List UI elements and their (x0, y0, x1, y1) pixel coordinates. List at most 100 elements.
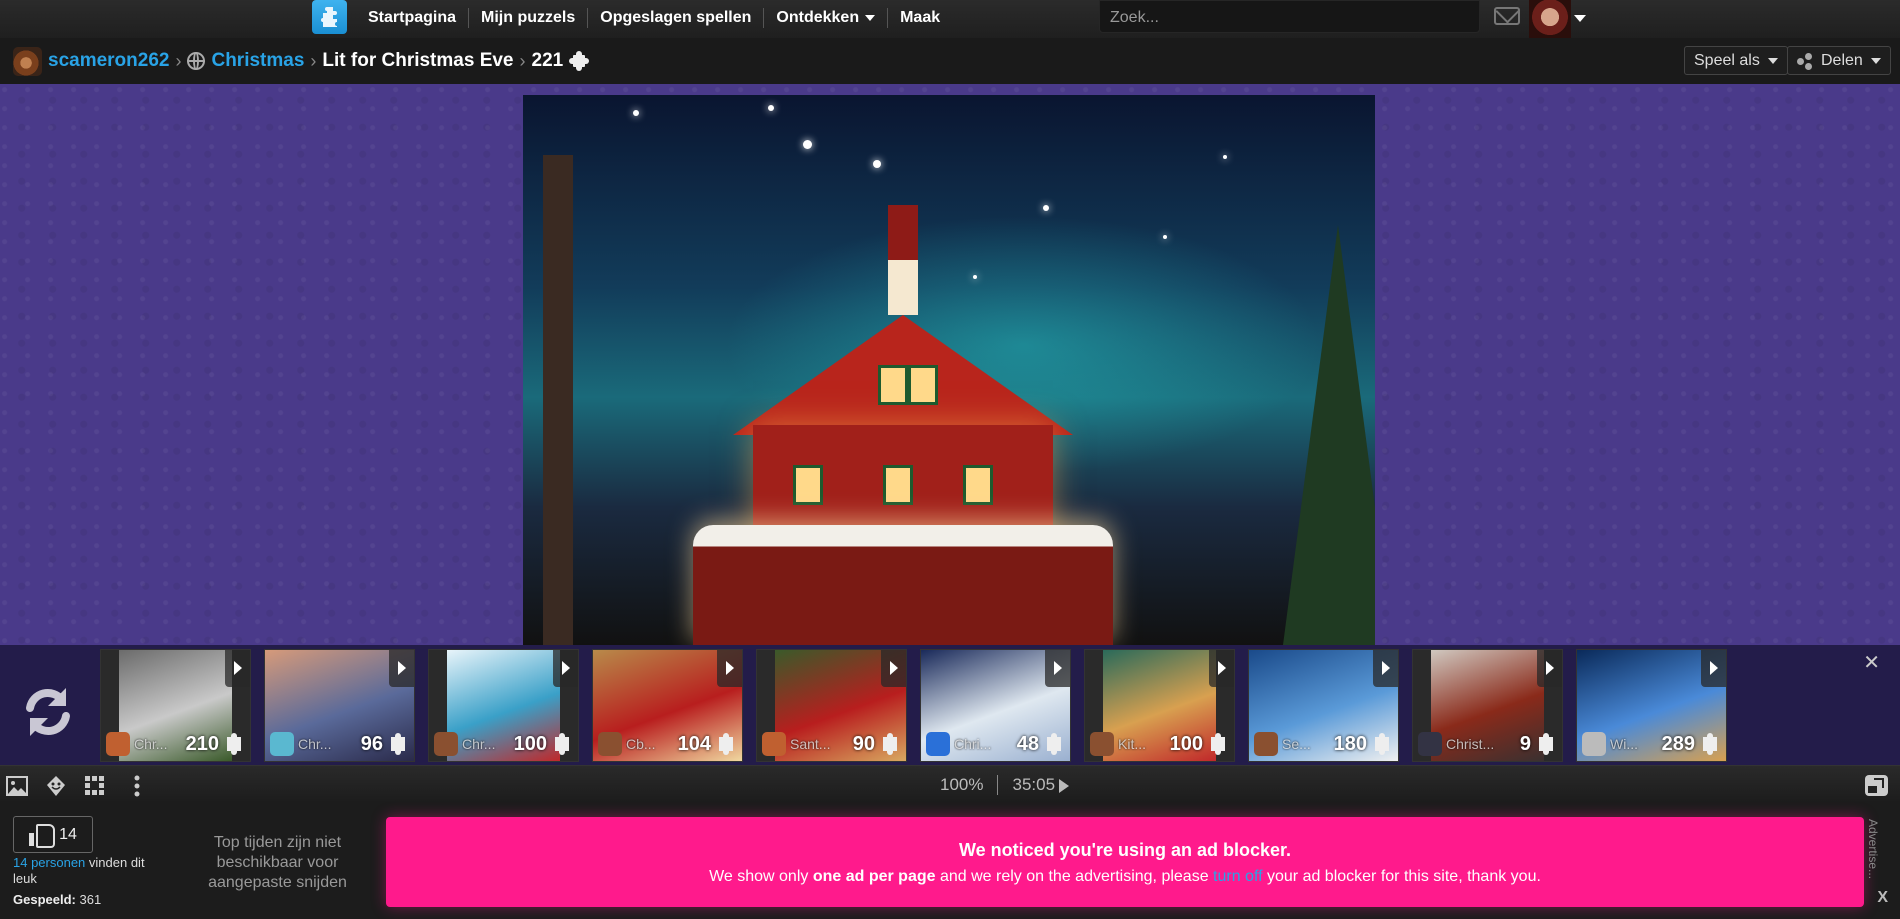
author-avatar (762, 732, 786, 756)
author-avatar[interactable] (13, 46, 42, 76)
nav-maak[interactable]: Maak (888, 8, 952, 28)
divider (997, 775, 999, 795)
play-next-icon[interactable] (717, 650, 742, 687)
breadcrumb-user[interactable]: scameron262 (48, 50, 169, 72)
chevron-down-icon[interactable] (1574, 15, 1586, 22)
nav-opgeslagen-spellen[interactable]: Opgeslagen spellen (588, 8, 765, 28)
puzzle-preview-image[interactable] (523, 95, 1375, 645)
play-next-icon[interactable] (1701, 650, 1726, 687)
thumbnail-title: Chr... (298, 736, 332, 752)
chevron-down-icon (1870, 57, 1881, 64)
search-input[interactable]: Zoek... (1099, 0, 1480, 33)
play-next-icon[interactable] (389, 650, 414, 687)
author-avatar (434, 732, 458, 756)
related-puzzle-card[interactable]: Cb... 104 (592, 649, 743, 762)
thumbnail-title: Cb... (626, 736, 656, 752)
nav-label: Opgeslagen spellen (600, 9, 752, 26)
related-puzzles-list: Chr... 210 Chr... 96 Chr... 100 Cb... 10… (100, 649, 1727, 762)
related-puzzle-card[interactable]: Chri... 48 (920, 649, 1071, 762)
thumbnail-piece-count: 90 (852, 732, 875, 755)
author-avatar (1582, 732, 1606, 756)
play-next-icon[interactable] (225, 650, 250, 687)
search-placeholder: Zoek... (1110, 9, 1159, 26)
play-next-icon[interactable] (1045, 650, 1070, 687)
nav-mijn-puzzels[interactable]: Mijn puzzels (469, 8, 589, 28)
ad-text-bold: one ad per page (812, 868, 936, 885)
refresh-icon[interactable] (18, 682, 78, 742)
timer[interactable]: 35:05 (1012, 775, 1070, 795)
thumbnail-meta: Wi... 289 (1582, 732, 1721, 756)
thumbnail-meta: Cb... 104 (598, 732, 737, 756)
edge-pieces-icon[interactable] (84, 775, 106, 797)
game-toolbar: 100% 35:05 (0, 765, 1900, 803)
ad-text-part: your ad blocker for this site, thank you… (1262, 868, 1541, 885)
related-puzzle-card[interactable]: Se... 180 (1248, 649, 1399, 762)
main-nav: Startpagina Mijn puzzels Opgeslagen spel… (356, 0, 952, 36)
puzzle-piece-icon[interactable] (569, 51, 590, 71)
user-avatar[interactable] (1529, 0, 1571, 38)
nav-label: Maak (900, 9, 941, 26)
thumbnail-piece-count: 289 (1661, 732, 1695, 755)
thumbnail-title: Chr... (134, 736, 168, 752)
related-puzzle-card[interactable]: Kit... 100 (1084, 649, 1235, 762)
related-puzzle-card[interactable]: Christ... 9 (1412, 649, 1563, 762)
like-button[interactable]: 14 (13, 816, 93, 853)
more-options-icon[interactable] (126, 775, 148, 797)
play-next-icon[interactable] (553, 650, 578, 687)
site-logo[interactable] (312, 0, 347, 34)
related-puzzle-card[interactable]: Sant... 90 (756, 649, 907, 762)
likes-summary: 14 personen vinden dit leuk (13, 855, 163, 887)
thumbnail-piece-count: 100 (1169, 732, 1203, 755)
nav-label: Ontdekken (776, 9, 860, 26)
related-puzzle-card[interactable]: Chr... 210 (100, 649, 251, 762)
turn-off-link[interactable]: turn off (1213, 868, 1263, 885)
play-next-icon[interactable] (1537, 650, 1562, 687)
image-preview-icon[interactable] (6, 775, 28, 797)
thumbnail-title: Wi... (1610, 736, 1638, 752)
close-ad-icon[interactable]: X (1877, 889, 1888, 907)
likers-link[interactable]: 14 personen (13, 855, 85, 870)
thumbnail-title: Chri... (954, 736, 992, 752)
piece-count[interactable]: 221 (532, 50, 564, 72)
share-button[interactable]: Delen (1787, 46, 1891, 75)
nav-ontdekken[interactable]: Ontdekken (764, 8, 889, 28)
played-label: Gespeeld: (13, 892, 76, 907)
chevron-right-icon: › (519, 50, 526, 71)
play-icon[interactable] (1059, 778, 1070, 793)
advertise-label[interactable]: Advertise... (1866, 819, 1880, 879)
timer-value: 35:05 (1012, 775, 1056, 794)
related-puzzle-card[interactable]: Chr... 100 (428, 649, 579, 762)
related-puzzle-card[interactable]: Wi... 289 (1576, 649, 1727, 762)
play-next-icon[interactable] (1373, 650, 1398, 687)
puzzle-piece-icon (1043, 733, 1065, 755)
thumbnail-meta: Chr... 210 (106, 732, 245, 756)
play-next-icon[interactable] (881, 650, 906, 687)
mail-icon[interactable] (1494, 7, 1520, 25)
author-avatar (1254, 732, 1278, 756)
share-icon (1797, 52, 1813, 70)
thumbnail-piece-count: 100 (513, 732, 547, 755)
breadcrumb-category[interactable]: Christmas (211, 50, 304, 72)
thumbs-up-icon (29, 823, 56, 848)
top-times-notice: Top tijden zijn niet beschikbaar voor aa… (208, 834, 347, 891)
play-as-button[interactable]: Speel als (1684, 46, 1788, 75)
author-avatar (598, 732, 622, 756)
ghost-image-icon[interactable] (45, 775, 67, 797)
puzzle-logo-icon (320, 7, 337, 27)
puzzle-piece-icon (223, 733, 245, 755)
breadcrumb: scameron262 › Christmas › Lit for Christ… (13, 38, 590, 84)
nav-startpagina[interactable]: Startpagina (356, 8, 470, 28)
close-icon[interactable]: ✕ (1863, 650, 1880, 675)
thumbnail-piece-count: 48 (1016, 732, 1039, 755)
related-puzzle-card[interactable]: Chr... 96 (264, 649, 415, 762)
thumbnail-title: Christ... (1446, 736, 1495, 752)
fullscreen-icon[interactable] (1865, 775, 1888, 796)
play-next-icon[interactable] (1209, 650, 1234, 687)
author-avatar (270, 732, 294, 756)
thumbnail-piece-count: 210 (185, 732, 219, 755)
chevron-down-icon (865, 15, 876, 21)
puzzle-piece-icon (387, 733, 409, 755)
puzzle-piece-icon (1535, 733, 1557, 755)
author-avatar (1090, 732, 1114, 756)
thumbnail-title: Se... (1282, 736, 1311, 752)
